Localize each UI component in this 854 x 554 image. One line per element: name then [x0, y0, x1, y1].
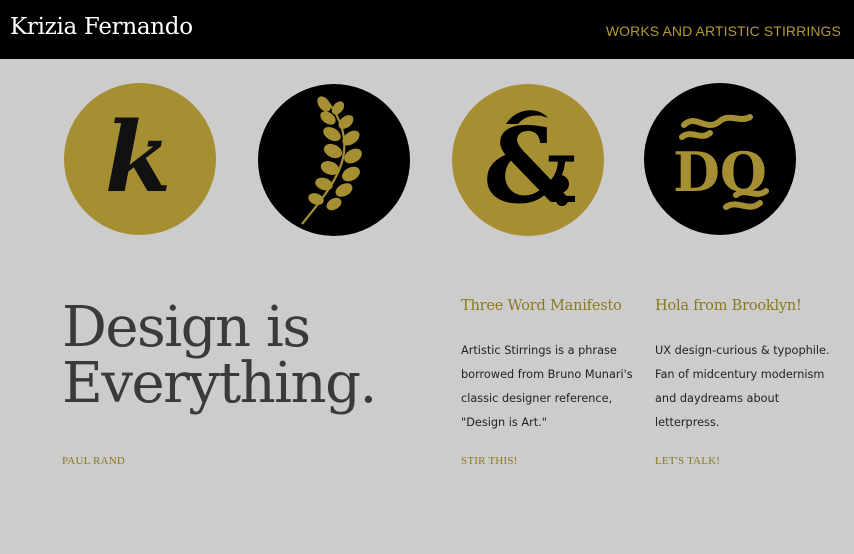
- brooklyn-column: Hola from Brooklyn! UX design-curious & …: [655, 298, 835, 467]
- fern-sprig-icon: [301, 96, 362, 225]
- k-circle-tile[interactable]: k: [64, 83, 216, 235]
- stir-this-link[interactable]: STIR THIS!: [461, 455, 518, 467]
- quote-author: PAUL RAND: [62, 455, 126, 467]
- manifesto-line: classic designer reference,: [461, 392, 613, 405]
- do-circle-tile[interactable]: DO: [644, 83, 796, 235]
- brooklyn-line: and daydreams about: [655, 392, 780, 405]
- brooklyn-line: letterpress.: [655, 416, 720, 429]
- manifesto-column: Three Word Manifesto Artistic Stirrings …: [461, 298, 641, 467]
- nav-works-link[interactable]: WORKS AND ARTISTIC STIRRINGS: [606, 23, 841, 39]
- quote-line-1: Design is: [62, 295, 311, 360]
- fern-circle-tile[interactable]: [258, 84, 410, 236]
- brooklyn-heading: Hola from Brooklyn!: [655, 298, 802, 314]
- brooklyn-line: UX design-curious & typophile.: [655, 344, 830, 357]
- brooklyn-line: Fan of midcentury modernism: [655, 368, 825, 381]
- letter-k-icon: k: [105, 101, 172, 214]
- svg-text:k: k: [105, 101, 172, 214]
- manifesto-line: borrowed from Bruno Munari's: [461, 368, 633, 381]
- manifesto-line: "Design is Art.": [461, 416, 547, 429]
- hero-quote: Design is Everything.: [62, 295, 377, 416]
- quote-line-2: Everything.: [62, 351, 377, 416]
- svg-text:&: &: [483, 104, 577, 227]
- do-lettering-icon: DO: [673, 114, 769, 210]
- manifesto-line: Artistic Stirrings is a phrase: [461, 344, 617, 357]
- brooklyn-text: UX design-curious & typophile. Fan of mi…: [655, 339, 835, 435]
- manifesto-heading: Three Word Manifesto: [461, 298, 622, 314]
- ampersand-icon: &: [483, 104, 577, 227]
- lets-talk-link[interactable]: LET'S TALK!: [655, 455, 720, 467]
- top-header: Krizia Fernando WORKS AND ARTISTIC STIRR…: [0, 0, 854, 59]
- manifesto-text: Artistic Stirrings is a phrase borrowed …: [461, 339, 641, 435]
- svg-text:DO: DO: [673, 140, 767, 204]
- site-title-link[interactable]: Krizia Fernando: [10, 14, 193, 40]
- ampersand-circle-tile[interactable]: &: [452, 84, 604, 236]
